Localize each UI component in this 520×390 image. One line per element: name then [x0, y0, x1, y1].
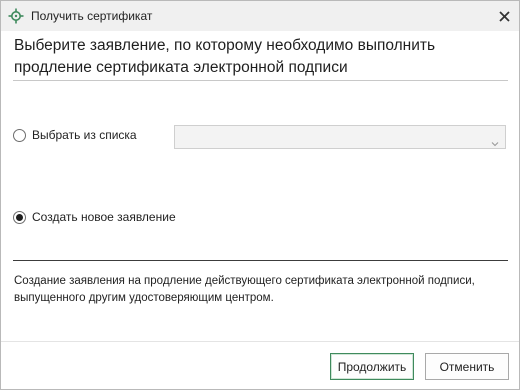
description-line-2: выпущенного другим удостоверяющим центро… [14, 292, 274, 304]
continue-button[interactable]: Продолжить [330, 353, 414, 380]
title-bar: Получить сертификат [1, 1, 519, 31]
heading-divider [13, 80, 508, 81]
window-title: Получить сертификат [31, 9, 153, 23]
footer-divider [1, 341, 519, 342]
create-new-divider [13, 260, 508, 261]
description-line-1: Создание заявления на продление действую… [14, 275, 475, 287]
dialog-heading: Выберите заявление, по которому необходи… [14, 37, 436, 76]
close-button[interactable] [495, 7, 513, 25]
crosshair-target-icon [8, 8, 24, 24]
radio-label-create-new[interactable]: Создать новое заявление [32, 210, 176, 224]
option-select-from-list[interactable]: Выбрать из списка [13, 128, 137, 142]
option-create-new[interactable]: Создать новое заявление [13, 210, 176, 224]
close-icon [498, 10, 510, 22]
dialog-window: Получить сертификат Выберите заявление, … [0, 0, 520, 390]
statement-list-select[interactable] [174, 125, 506, 149]
chevron-down-icon [491, 134, 499, 147]
radio-create-new[interactable] [13, 210, 26, 224]
option-description: Создание заявления на продление действую… [14, 273, 509, 307]
radio-select-from-list[interactable] [13, 128, 26, 142]
cancel-button[interactable]: Отменить [425, 353, 509, 380]
radio-label-select-from-list[interactable]: Выбрать из списка [32, 128, 137, 142]
